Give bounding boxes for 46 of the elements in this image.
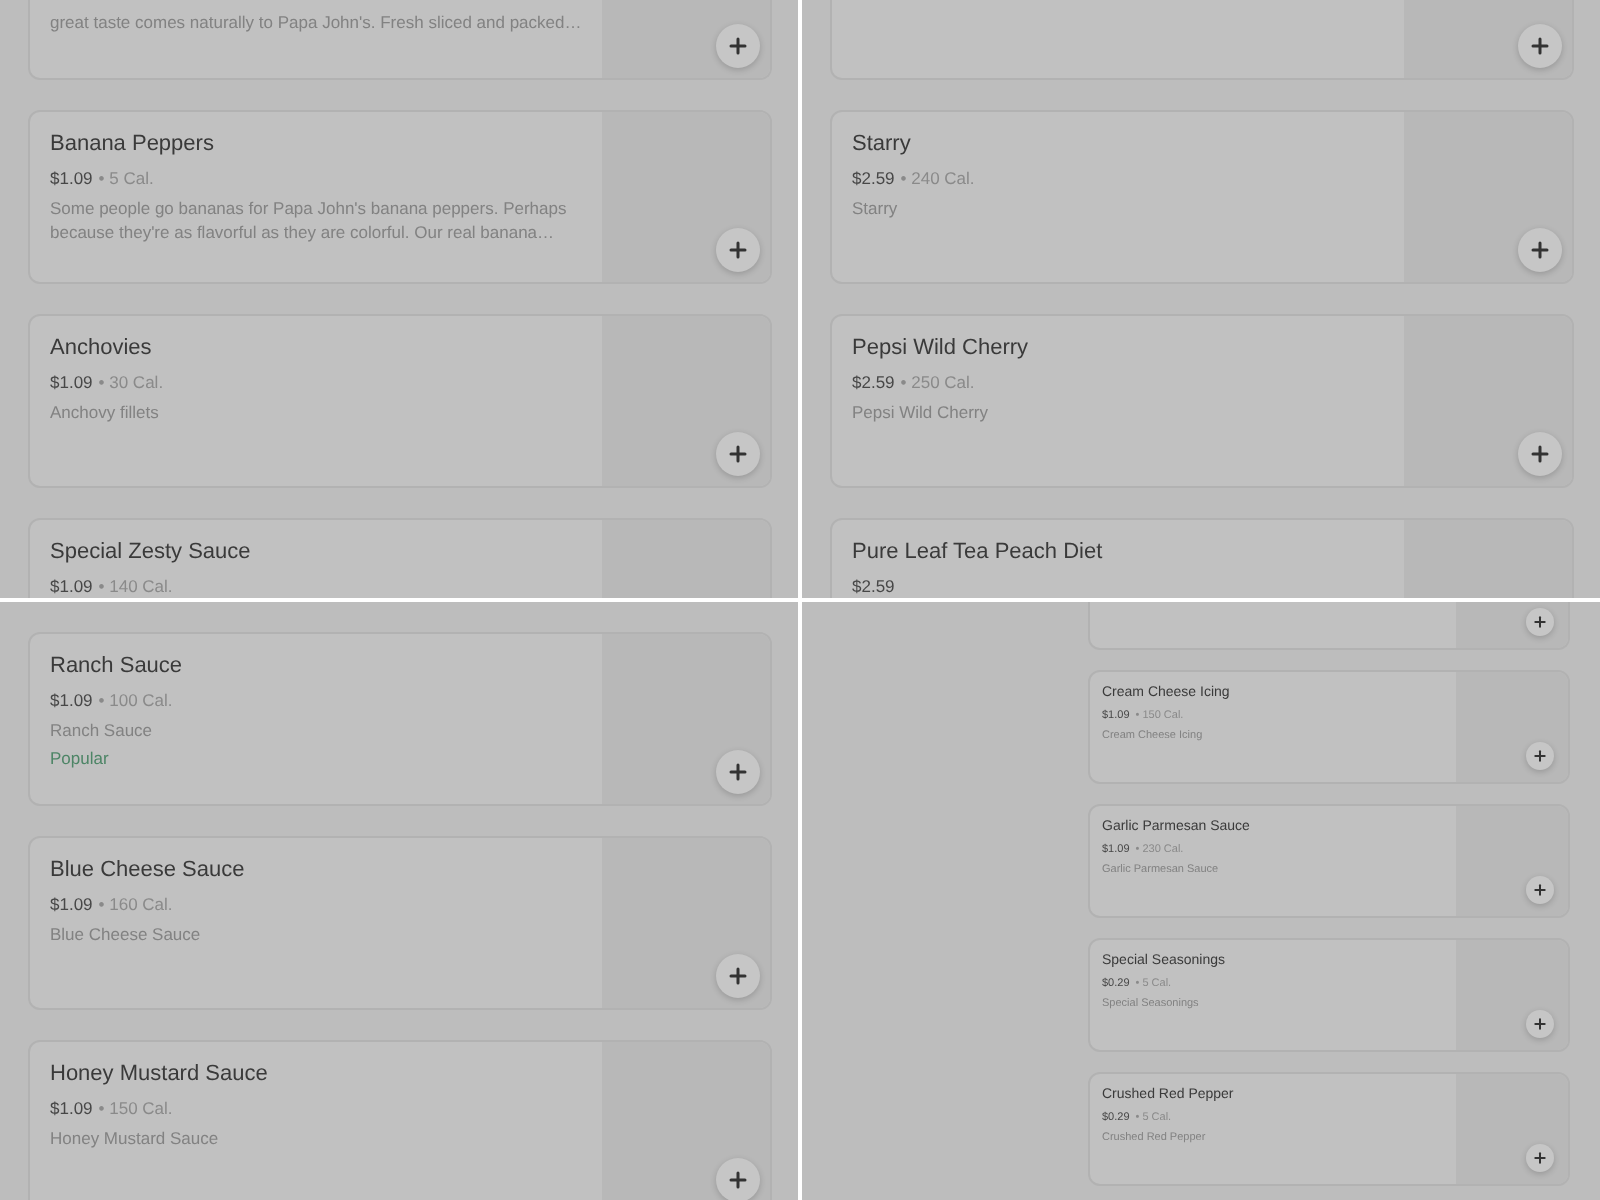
item-price: $1.09: [50, 370, 93, 394]
item-description: great taste comes naturally to Papa John's. Fresh sliced and packed…: [50, 10, 582, 34]
item-price: $1.09: [50, 574, 93, 598]
plus-icon: [726, 1168, 750, 1192]
plus-icon: [726, 238, 750, 262]
item-name: Starry: [852, 130, 911, 160]
item-name: Anchovies: [50, 334, 152, 364]
item-description: Ranch Sauce: [50, 718, 153, 742]
image-area: [1456, 940, 1568, 1050]
item-price: $1.09: [50, 892, 93, 916]
item-name: Ranch Sauce: [50, 652, 183, 682]
item-price: $1.09: [50, 166, 93, 190]
item-description: Blue Cheese Sauce: [50, 922, 201, 946]
item-name: Pepsi Wild Cherry: [852, 334, 1029, 364]
plus-icon: [1532, 1016, 1548, 1032]
image-area: [1456, 672, 1568, 782]
image-area: [1456, 806, 1568, 916]
item-name: Honey Mustard Sauce: [50, 1060, 268, 1090]
item-price: $2.59: [852, 370, 895, 394]
item-description: Honey Mustard Sauce: [50, 1126, 219, 1150]
popular-tag: Popular: [50, 746, 109, 770]
plus-icon: [1532, 1150, 1548, 1166]
item-description: Pepsi Wild Cherry: [852, 400, 989, 424]
plus-icon: [726, 964, 750, 988]
item-price: $2.59: [852, 166, 895, 190]
image-area: [1456, 1074, 1568, 1184]
item-name: Special Zesty Sauce: [50, 538, 251, 568]
plus-icon: [1528, 238, 1552, 262]
plus-icon: [726, 442, 750, 466]
plus-icon: [1532, 614, 1548, 630]
plus-icon: [1532, 882, 1548, 898]
item-price: $2.59: [852, 574, 895, 598]
item-price: $1.09: [50, 688, 93, 712]
item-name: Pure Leaf Tea Peach Diet: [852, 538, 1103, 568]
item-name: Banana Peppers: [50, 130, 214, 160]
item-description: Some people go bananas for Papa John's banana peppers. Perhaps because they're as flavorful as they are colorful. Our real banana…: [50, 196, 569, 244]
plus-icon: [1528, 34, 1552, 58]
item-description: Starry: [852, 196, 898, 220]
plus-icon: [1532, 748, 1548, 764]
item-description: Anchovy fillets: [50, 400, 159, 424]
plus-icon: [726, 34, 750, 58]
plus-icon: [1528, 442, 1552, 466]
item-price: $1.09: [50, 1096, 93, 1120]
plus-icon: [726, 760, 750, 784]
menu-item-card[interactable]: Pure Leaf Tea Peach Diet $2.59: [830, 518, 1574, 598]
item-name: Blue Cheese Sauce: [50, 856, 245, 886]
